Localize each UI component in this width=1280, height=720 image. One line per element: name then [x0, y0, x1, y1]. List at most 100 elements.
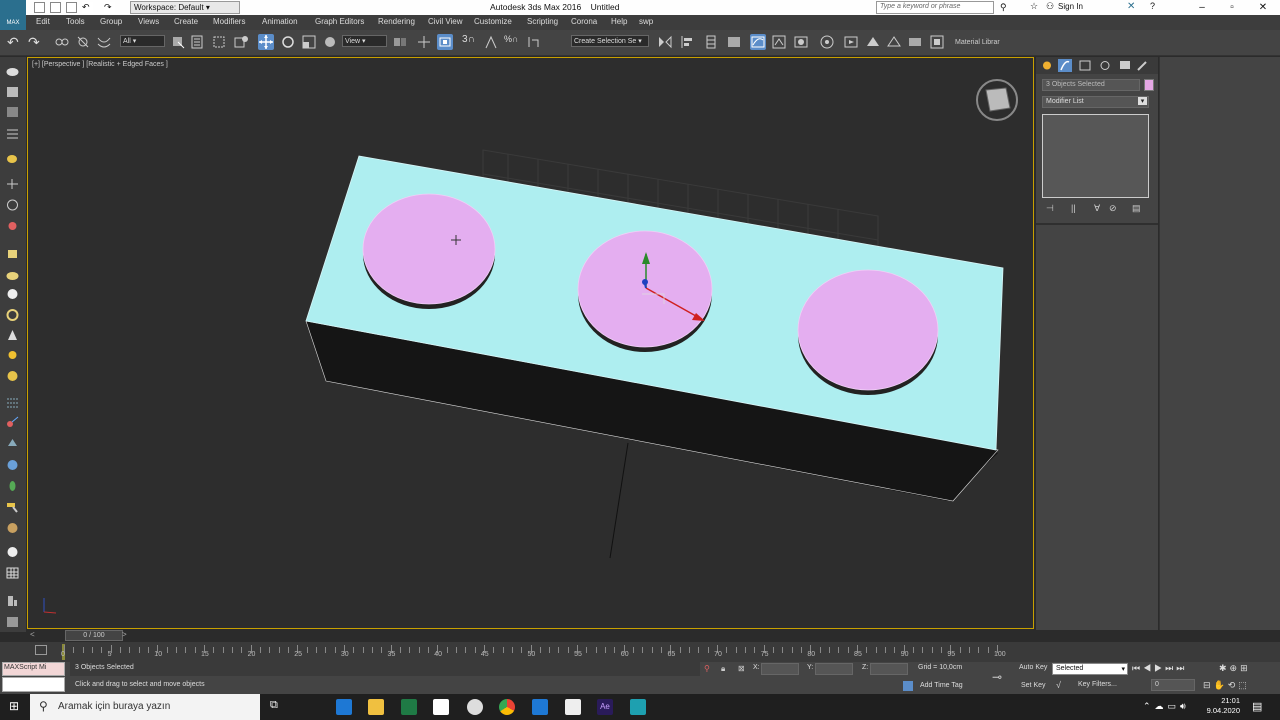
- link-icon[interactable]: [54, 34, 70, 50]
- menu-scripting[interactable]: Scripting: [527, 17, 558, 26]
- globe-icon[interactable]: [5, 458, 20, 472]
- material-library-label[interactable]: Material Librar: [955, 39, 1000, 46]
- hammer-icon[interactable]: [5, 500, 20, 514]
- auto-key-button[interactable]: Auto Key: [1019, 664, 1047, 671]
- user-icon[interactable]: ⚇: [1046, 1, 1054, 12]
- key-icon[interactable]: ⊸: [992, 670, 1002, 684]
- disc-icon[interactable]: [5, 369, 20, 383]
- menu-help[interactable]: Help: [611, 17, 627, 26]
- mail-icon[interactable]: [532, 699, 548, 715]
- unlink-icon[interactable]: [75, 34, 91, 50]
- sphere-icon[interactable]: [5, 268, 20, 282]
- torus-icon[interactable]: [5, 308, 20, 322]
- list-icon[interactable]: [5, 127, 20, 141]
- z-coordinate-field[interactable]: [870, 663, 908, 675]
- redo-icon[interactable]: ↷: [28, 34, 44, 50]
- plugin-icon[interactable]: [5, 594, 20, 608]
- paint-icon[interactable]: [5, 415, 20, 429]
- cone-icon[interactable]: [5, 328, 20, 342]
- reference-coordinate-dropdown[interactable]: View ▾: [342, 35, 387, 47]
- sign-in-button[interactable]: Sign In: [1058, 2, 1083, 11]
- set-key-button[interactable]: Set Key: [1021, 682, 1046, 689]
- perspective-viewport[interactable]: [+] [Perspective ] [Realistic + Edged Fa…: [27, 57, 1034, 629]
- minimize-button[interactable]: –: [1187, 0, 1217, 15]
- sun-icon[interactable]: [5, 348, 20, 362]
- configure-modifier-sets-icon[interactable]: ▤: [1132, 203, 1142, 213]
- key-filters-button[interactable]: Key Filters...: [1078, 681, 1117, 688]
- menu-tools[interactable]: Tools: [66, 17, 85, 26]
- maximize-button[interactable]: ▫: [1217, 0, 1247, 15]
- move-tool-icon[interactable]: [5, 177, 20, 191]
- angle-snap-icon[interactable]: [483, 34, 499, 50]
- layer-list-icon[interactable]: [5, 105, 20, 119]
- help-icon[interactable]: ?: [1150, 1, 1155, 11]
- grid-pattern-icon[interactable]: [5, 395, 20, 409]
- isolate-selection-icon[interactable]: ⚲: [704, 664, 710, 673]
- create-tab-icon[interactable]: [1040, 59, 1054, 72]
- app-logo[interactable]: MAX: [0, 0, 26, 30]
- maxscript-listener[interactable]: MAXScript Mi: [2, 662, 65, 676]
- chrome-icon[interactable]: [499, 699, 515, 715]
- select-and-rotate-icon[interactable]: [280, 34, 296, 50]
- star-icon[interactable]: ☆: [1030, 1, 1038, 12]
- menu-create[interactable]: Create: [174, 17, 198, 26]
- render-production-icon[interactable]: [865, 34, 881, 50]
- task-view-icon[interactable]: ⧉: [270, 699, 286, 715]
- current-frame-field[interactable]: 0: [1151, 679, 1195, 691]
- system-tray-icons[interactable]: ⌃☁▭🔊︎: [1143, 701, 1190, 712]
- cookie-icon[interactable]: [5, 521, 20, 535]
- layer-icon[interactable]: [5, 85, 20, 99]
- playback-controls[interactable]: ⏮◀▶⏭⏭: [1132, 663, 1187, 674]
- rendered-frame-window-icon[interactable]: [843, 34, 859, 50]
- edge-icon[interactable]: [336, 699, 352, 715]
- curve-editor-icon[interactable]: [750, 34, 766, 50]
- tree-icon[interactable]: [5, 437, 20, 451]
- rectangle-selection-icon[interactable]: [211, 34, 227, 50]
- bind-space-warp-icon[interactable]: [96, 34, 112, 50]
- selection-lock-icon[interactable]: 🔒︎: [721, 664, 725, 674]
- menu-corona[interactable]: Corona: [571, 17, 597, 26]
- percent-snap-icon[interactable]: %∩: [504, 34, 520, 50]
- previous-frame-icon[interactable]: <: [30, 630, 35, 639]
- calculator-icon[interactable]: [565, 699, 581, 715]
- y-coordinate-field[interactable]: [815, 663, 853, 675]
- toggle-ribbon-icon[interactable]: [726, 34, 742, 50]
- align-icon[interactable]: [679, 34, 695, 50]
- menu-animation[interactable]: Animation: [262, 17, 298, 26]
- light-icon[interactable]: [5, 219, 20, 233]
- select-object-icon[interactable]: [170, 34, 186, 50]
- taskbar-search-input[interactable]: ⚲ Aramak için buraya yazın: [30, 694, 260, 720]
- app-icon[interactable]: [467, 699, 483, 715]
- next-frame-icon[interactable]: >: [122, 630, 127, 639]
- remove-modifier-icon[interactable]: ⊘: [1109, 203, 1119, 213]
- system-clock[interactable]: 21:01 9.04.2020: [1200, 696, 1240, 716]
- snaps-toggle-icon[interactable]: 3∩: [462, 34, 478, 50]
- show-end-result-icon[interactable]: ||: [1071, 203, 1081, 213]
- set-key-mode-icon[interactable]: √: [1056, 680, 1061, 690]
- hierarchy-tab-icon[interactable]: [1078, 59, 1092, 72]
- key-selection-dropdown[interactable]: Selected ▾: [1052, 663, 1128, 675]
- undo-icon[interactable]: ↶: [7, 34, 23, 50]
- frame-ruler[interactable]: 0 5 10 15 20 25 30 35 40 45 50 55 60 65 70 75 80 85 90 95 10…: [61, 642, 1022, 662]
- file-explorer-icon[interactable]: [368, 699, 384, 715]
- modifier-stack[interactable]: [1042, 114, 1149, 198]
- workspace-dropdown[interactable]: Workspace: Default ▾: [130, 1, 240, 14]
- pivot-center-icon[interactable]: [392, 34, 408, 50]
- named-selection-sets-dropdown[interactable]: Create Selection Se ▾: [571, 35, 649, 47]
- place-object-icon[interactable]: [322, 34, 338, 50]
- mirror-icon[interactable]: [657, 34, 673, 50]
- menu-edit[interactable]: Edit: [36, 17, 50, 26]
- viewport-nav-controls-2[interactable]: ⊟✋⟲⬚: [1203, 680, 1250, 691]
- make-unique-icon[interactable]: ∀: [1094, 203, 1104, 213]
- select-and-scale-icon[interactable]: [301, 34, 317, 50]
- mini-curve-editor-icon[interactable]: [35, 645, 47, 655]
- box-icon[interactable]: [5, 247, 20, 261]
- window-crossing-icon[interactable]: [233, 34, 249, 50]
- menu-customize[interactable]: Customize: [474, 17, 512, 26]
- render-setup-icon[interactable]: [819, 34, 835, 50]
- save-file-icon[interactable]: [66, 2, 77, 13]
- activeshade-icon[interactable]: [907, 34, 923, 50]
- menu-civil-view[interactable]: Civil View: [428, 17, 463, 26]
- rotate-tool-icon[interactable]: [5, 198, 20, 212]
- material-editor-icon[interactable]: [793, 34, 809, 50]
